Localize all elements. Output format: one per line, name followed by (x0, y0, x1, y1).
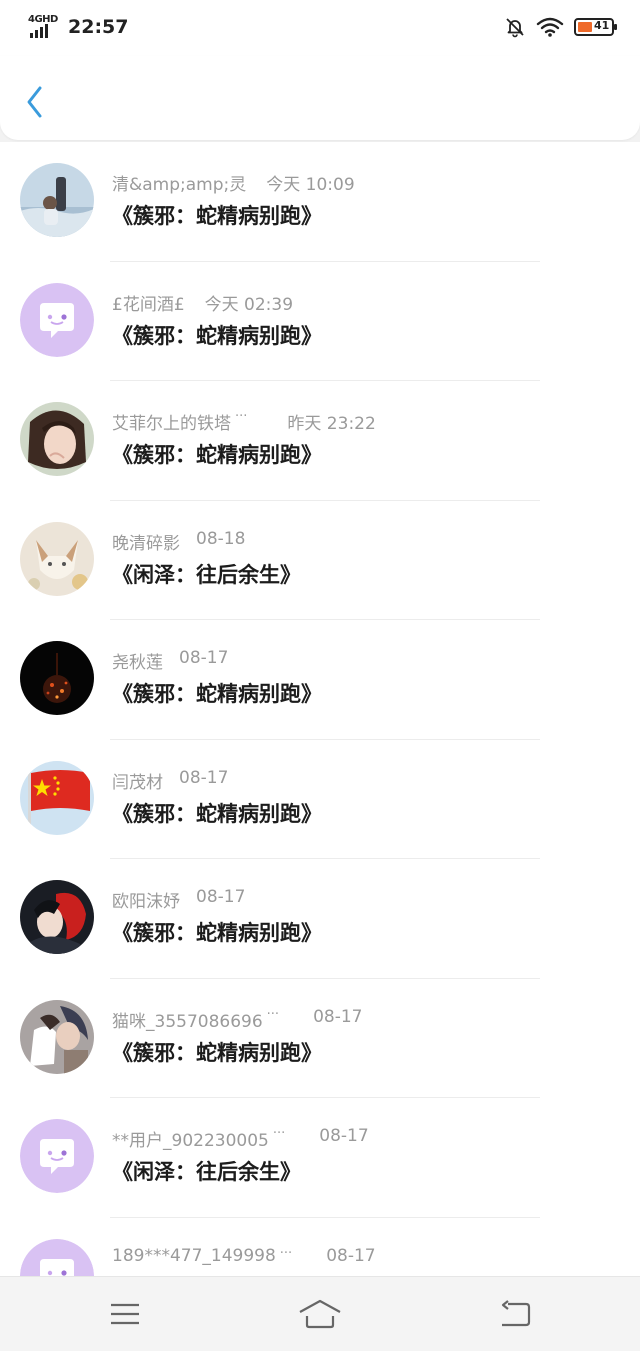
comment-meta: 清&amp;amp;灵 今天 10:09 (112, 170, 355, 195)
comment-item[interactable]: 艾菲尔上的铁塔 ··· 昨天 23:22 《簇邪：蛇精病别跑》 (0, 381, 640, 501)
avatar[interactable] (20, 282, 94, 357)
comment-time: 08-17 (313, 1006, 363, 1027)
comment-meta: 猫咪_3557086696 ··· 08-17 (112, 1006, 363, 1032)
signal-icon: 4GHD (28, 14, 58, 40)
comment-item[interactable]: **用户_902230005 ··· 08-17 《闲泽：往后余生》 (0, 1098, 640, 1218)
work-title[interactable]: 《闲泽：往后余生》 (112, 559, 301, 589)
comment-item[interactable]: 清&amp;amp;灵 今天 10:09 《簇邪：蛇精病别跑》 (0, 142, 640, 262)
status-right: 41 (504, 16, 617, 38)
status-left: 4GHD 22:57 (28, 14, 128, 40)
work-title[interactable]: 《簇邪：蛇精病别跑》 (112, 200, 322, 230)
bell-muted-icon (506, 18, 524, 38)
battery-level: 41 (594, 19, 610, 32)
comment-time: 08-17 (179, 767, 229, 788)
comment-item[interactable]: 晚清碎影 08-18 《闲泽：往后余生》 (0, 500, 640, 620)
status-bar: 4GHD 22:57 41 (0, 0, 640, 56)
comment-meta: £花间酒£ 今天 02:39 (112, 290, 294, 315)
comment-meta: **用户_902230005 ··· 08-17 (112, 1126, 369, 1151)
work-title[interactable]: 《簇邪：蛇精病别跑》 (112, 917, 322, 947)
username[interactable]: 欧阳沫妤 (112, 887, 180, 912)
username[interactable]: 艾菲尔上的铁塔 (112, 409, 231, 434)
home-icon (299, 1299, 341, 1329)
comment-time: 08-17 (179, 648, 229, 668)
work-title[interactable]: 《闲泽：往后余生》 (112, 1156, 301, 1186)
comment-time: 昨天 23:22 (287, 414, 376, 434)
work-title[interactable]: 《簇邪：蛇精病别跑》 (112, 320, 322, 350)
comment-meta: 晚清碎影 08-18 (112, 528, 246, 554)
comment-time: 08-17 (326, 1245, 376, 1266)
avatar[interactable] (20, 521, 94, 596)
comment-item[interactable]: 猫咪_3557086696 ··· 08-17 《簇邪：蛇精病别跑》 (0, 978, 640, 1098)
return-button[interactable] (493, 1295, 537, 1333)
avatar[interactable] (20, 402, 94, 476)
menu-button[interactable] (103, 1295, 147, 1333)
avatar[interactable] (20, 1119, 94, 1193)
home-button[interactable] (298, 1295, 342, 1333)
work-title[interactable]: 《簇邪：蛇精病别跑》 (112, 678, 322, 708)
comment-time: 08-17 (319, 1126, 369, 1146)
username[interactable]: 尧秋莲 (112, 648, 163, 673)
wifi-icon (536, 17, 564, 37)
avatar[interactable] (20, 880, 94, 954)
comment-meta: 闫茂材 08-17 (112, 767, 229, 793)
comment-meta: 189***477_149998 ··· 08-17 (112, 1246, 376, 1270)
avatar[interactable] (20, 760, 94, 835)
username-ellipsis: ··· (279, 1245, 293, 1261)
comment-meta: 尧秋莲 08-17 (112, 648, 229, 673)
comment-meta: 艾菲尔上的铁塔 ··· 昨天 23:22 (112, 409, 376, 434)
avatar[interactable] (20, 999, 94, 1074)
username[interactable]: **用户_902230005 (112, 1126, 269, 1151)
back-button[interactable] (18, 82, 52, 122)
username[interactable]: 189***477_149998 (112, 1246, 276, 1266)
system-nav-bar (0, 1276, 640, 1351)
menu-icon (111, 1303, 139, 1325)
username[interactable]: £花间酒£ (112, 290, 185, 315)
username-ellipsis: ··· (266, 1006, 280, 1022)
comment-item[interactable]: £花间酒£ 今天 02:39 《簇邪：蛇精病别跑》 (0, 261, 640, 381)
work-title[interactable]: 《簇邪：蛇精病别跑》 (112, 1037, 322, 1067)
work-title[interactable]: 《簇邪：蛇精病别跑》 (112, 798, 322, 828)
comment-meta: 欧阳沫妤 08-17 (112, 887, 246, 912)
username-ellipsis: ··· (272, 1126, 286, 1141)
avatar[interactable] (20, 641, 94, 715)
comment-time: 今天 10:09 (266, 175, 355, 195)
comment-time: 08-18 (196, 528, 246, 549)
username[interactable]: 闫茂材 (112, 768, 163, 793)
username[interactable]: 清&amp;amp;灵 (112, 170, 246, 195)
username[interactable]: 猫咪_3557086696 (112, 1007, 263, 1032)
return-icon (501, 1300, 531, 1327)
comment-time: 今天 02:39 (204, 294, 294, 315)
comment-item[interactable]: 欧阳沫妤 08-17 《簇邪：蛇精病别跑》 (0, 859, 640, 979)
username-ellipsis: ··· (235, 409, 248, 424)
battery-icon: 41 (574, 18, 617, 36)
chevron-left-icon (27, 86, 42, 118)
comment-list: 清&amp;amp;灵 今天 10:09 《簇邪：蛇精病别跑》 £花间酒£ 今天 02:… (0, 142, 640, 1337)
comment-time: 08-17 (196, 887, 246, 907)
comment-item[interactable]: 尧秋莲 08-17 《簇邪：蛇精病别跑》 (0, 620, 640, 740)
avatar[interactable] (20, 163, 94, 237)
top-bar (0, 56, 640, 140)
clock: 22:57 (68, 16, 129, 38)
comment-item[interactable]: 闫茂材 08-17 《簇邪：蛇精病别跑》 (0, 739, 640, 859)
work-title[interactable]: 《簇邪：蛇精病别跑》 (112, 439, 322, 469)
username[interactable]: 晚清碎影 (112, 529, 180, 554)
